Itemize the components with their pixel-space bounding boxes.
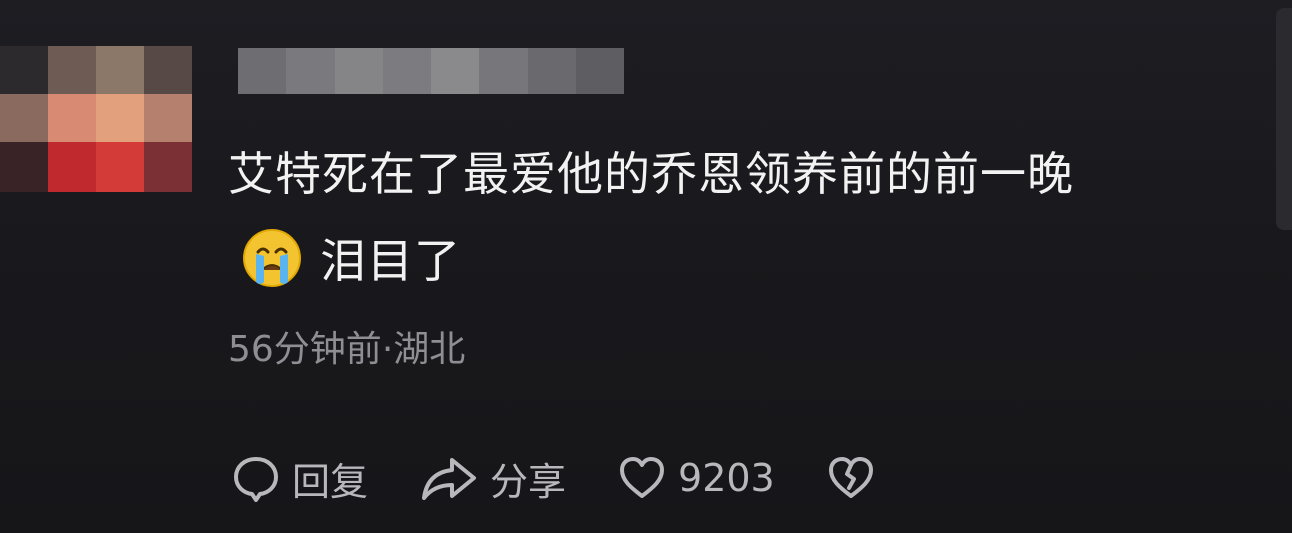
dislike-button[interactable]	[825, 452, 877, 504]
heart-icon	[620, 457, 665, 498]
scrollbar[interactable]	[1276, 8, 1292, 230]
meta-separator: ·	[381, 329, 394, 370]
action-bar: 回复 分享 9203	[230, 448, 927, 508]
time-ago: 56分钟前	[228, 329, 382, 370]
reply-icon	[234, 457, 278, 502]
share-icon	[422, 458, 477, 500]
avatar[interactable]	[0, 46, 192, 192]
share-button[interactable]: 分享	[418, 451, 566, 506]
broken-heart-icon	[828, 457, 873, 498]
reply-label: 回复	[292, 459, 369, 504]
username[interactable]	[238, 48, 624, 94]
comment-item: 艾特死在了最爱他的乔恩领养前的前一晚 泪目了 56分钟前·湖北 回复 分享 92…	[0, 0, 1292, 533]
location: 湖北	[393, 329, 466, 370]
comment-text-suffix: 泪目了	[320, 234, 461, 288]
crying-face-icon	[243, 229, 301, 287]
like-count: 9203	[678, 456, 775, 500]
share-label: 分享	[490, 459, 567, 504]
like-button[interactable]: 9203	[616, 452, 775, 504]
comment-meta: 56分钟前·湖北	[228, 322, 465, 378]
comment-text: 艾特死在了最爱他的乔恩领养前的前一晚	[228, 147, 1074, 201]
comment-text-line2: 泪目了	[240, 226, 461, 290]
reply-button[interactable]: 回复	[230, 451, 368, 506]
